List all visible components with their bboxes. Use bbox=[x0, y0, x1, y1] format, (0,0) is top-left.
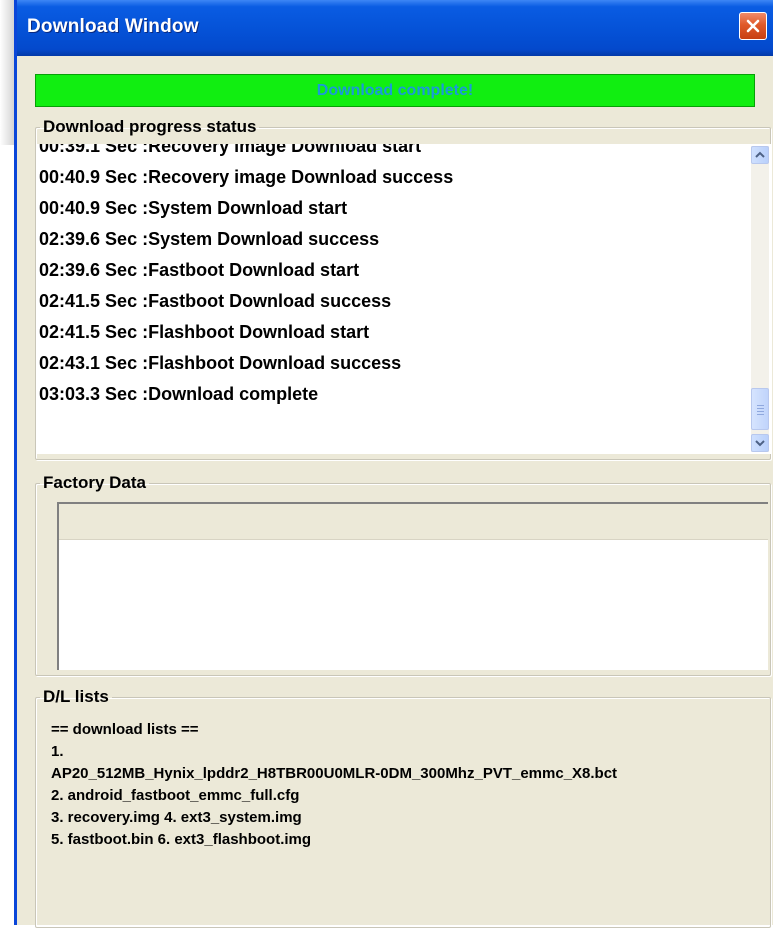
desktop-shadow bbox=[0, 0, 14, 145]
dl-list-line: 1. bbox=[51, 743, 64, 760]
factory-legend: Factory Data bbox=[43, 473, 146, 492]
dl-list-line: 3. recovery.img 4. ext3_system.img bbox=[51, 809, 302, 826]
log-line: 02:41.5 Sec :Flashboot Download start bbox=[39, 322, 370, 342]
log-line: 02:41.5 Sec :Fastboot Download success bbox=[39, 291, 392, 311]
chevron-down-icon bbox=[755, 440, 765, 447]
log-line: 00:39.1 Sec :Recovery image Download sta… bbox=[39, 144, 422, 156]
window-title: Download Window bbox=[27, 16, 199, 37]
log-line: 00:40.9 Sec :Recovery image Download suc… bbox=[39, 167, 454, 187]
thumb-grip bbox=[757, 411, 764, 412]
status-banner: Download complete! bbox=[35, 74, 755, 107]
log-line: 02:39.6 Sec :System Download success bbox=[39, 229, 380, 249]
dl-list-line: 5. fastboot.bin 6. ext3_flashboot.img bbox=[51, 831, 312, 848]
log-line: 03:03.3 Sec :Download complete bbox=[39, 384, 319, 404]
scroll-down-button[interactable] bbox=[751, 434, 769, 452]
scroll-thumb[interactable] bbox=[751, 388, 769, 430]
chevron-up-icon bbox=[755, 151, 765, 158]
progress-legend: Download progress status bbox=[43, 117, 257, 136]
progress-scrollbar[interactable] bbox=[751, 146, 769, 452]
thumb-grip bbox=[757, 414, 764, 415]
log-line: 02:43.1 Sec :Flashboot Download success bbox=[39, 353, 402, 373]
dl-list-line: == download lists == bbox=[51, 721, 199, 738]
close-icon bbox=[746, 19, 760, 33]
progress-log-lines: 00:39.1 Sec :Recovery image Download sta… bbox=[37, 144, 737, 410]
log-line: 00:40.9 Sec :System Download start bbox=[39, 198, 348, 218]
factory-data-list[interactable] bbox=[57, 502, 768, 670]
thumb-grip bbox=[757, 408, 764, 409]
factory-data-header bbox=[59, 504, 768, 540]
progress-log[interactable]: 00:39.1 Sec :Recovery image Download sta… bbox=[37, 144, 771, 454]
title-bar[interactable]: Download Window bbox=[17, 0, 773, 56]
close-button[interactable] bbox=[739, 12, 767, 40]
desktop-background bbox=[0, 0, 14, 925]
dl-lists-legend: D/L lists bbox=[43, 687, 109, 706]
dl-list-line: AP20_512MB_Hynix_lpddr2_H8TBR00U0MLR-0DM… bbox=[51, 765, 618, 782]
log-line: 02:39.6 Sec :Fastboot Download start bbox=[39, 260, 360, 280]
download-window: Download Window Download complete! Downl… bbox=[14, 0, 773, 928]
thumb-grip bbox=[757, 405, 764, 406]
dl-list-line: 2. android_fastboot_emmc_full.cfg bbox=[51, 787, 300, 804]
scroll-up-button[interactable] bbox=[751, 146, 769, 164]
